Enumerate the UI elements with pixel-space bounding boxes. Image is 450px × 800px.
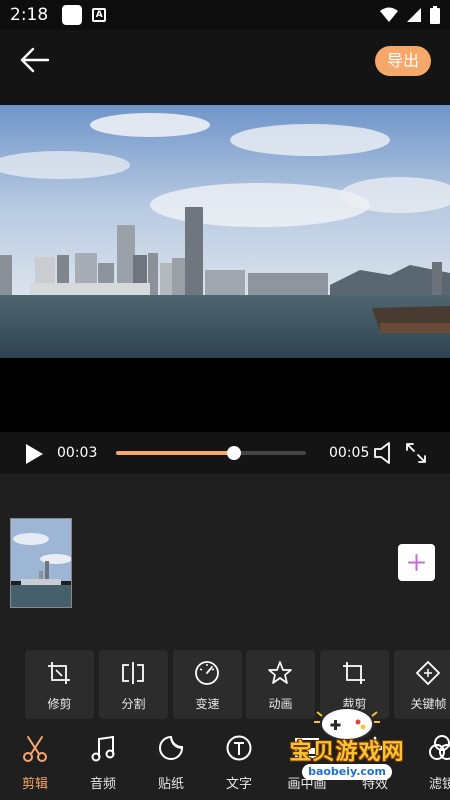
volume-button[interactable] (373, 441, 395, 465)
watermark-url: baobeiy.com (302, 764, 392, 780)
nav-label: 文字 (225, 777, 252, 792)
tool-trim[interactable]: 修剪 (25, 650, 94, 719)
back-arrow-icon (20, 47, 50, 73)
tool-label: 分割 (121, 697, 146, 711)
nav-audio[interactable]: 音频 (73, 735, 133, 795)
progress-slider[interactable] (116, 446, 306, 460)
plus-icon (408, 554, 425, 571)
clip-thumbnail[interactable] (10, 518, 72, 608)
wifi-icon (380, 7, 398, 22)
a-badge-icon: A (92, 8, 107, 22)
nav-sticker[interactable]: 贴纸 (141, 735, 201, 795)
progress-fill (116, 451, 234, 455)
sticker-icon (159, 735, 183, 760)
animation-icon (268, 661, 292, 684)
nav-text[interactable]: 文字 (209, 735, 269, 795)
play-button[interactable] (24, 443, 44, 465)
player-controls: 00:03 00:05 (0, 432, 450, 474)
speed-icon (195, 661, 219, 685)
tool-speed[interactable]: 变速 (173, 650, 242, 719)
current-time: 00:03 (57, 445, 98, 461)
music-note-icon (91, 735, 115, 762)
status-bar: 2:18 A (0, 0, 450, 30)
top-bar: 导出 (0, 30, 450, 105)
tool-label: 变速 (195, 697, 220, 711)
progress-knob[interactable] (226, 446, 241, 460)
video-preview[interactable] (0, 105, 450, 432)
back-button[interactable] (18, 46, 52, 74)
trim-icon (48, 662, 70, 684)
notification-square-icon (62, 5, 83, 25)
clip-thumbnail-image (11, 519, 71, 607)
split-icon (122, 662, 144, 684)
status-time: 2:18 (10, 5, 49, 25)
crop-icon (343, 662, 365, 684)
keyframe-icon (415, 660, 441, 686)
filter-icon (429, 735, 450, 760)
export-button[interactable]: 导出 (375, 46, 431, 76)
volume-icon (374, 442, 390, 464)
tool-split[interactable]: 分割 (99, 650, 168, 719)
video-frame (0, 105, 450, 358)
scissors-icon (23, 736, 47, 762)
watermark-text: 宝贝游戏网 (289, 740, 405, 765)
nav-label: 贴纸 (157, 777, 184, 792)
expand-icon (406, 443, 426, 463)
tool-label: 修剪 (47, 697, 72, 711)
total-time: 00:05 (329, 445, 370, 461)
add-clip-button[interactable] (398, 544, 435, 581)
text-icon (226, 735, 252, 761)
fullscreen-button[interactable] (404, 441, 428, 465)
play-icon (26, 444, 43, 464)
nav-label: 音频 (89, 777, 116, 792)
site-watermark: 宝贝游戏网 baobeiy.com (272, 702, 422, 786)
timeline (0, 474, 450, 639)
signal-icon (407, 8, 421, 22)
nav-label: 剪辑 (21, 777, 48, 792)
nav-edit[interactable]: 剪辑 (5, 735, 65, 795)
battery-icon (430, 6, 440, 24)
status-icons (380, 6, 440, 24)
